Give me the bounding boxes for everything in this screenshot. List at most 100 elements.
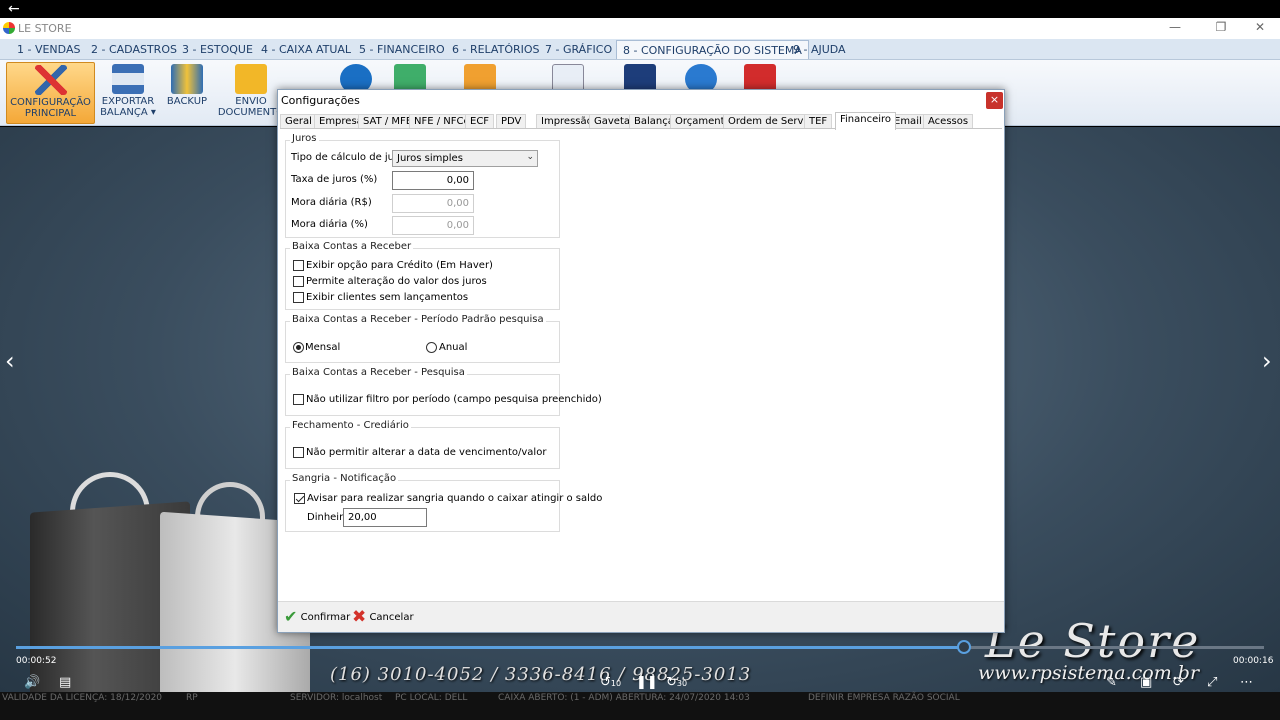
backup-button[interactable]: BACKUP bbox=[164, 62, 210, 124]
vencimento-checkbox[interactable] bbox=[293, 447, 304, 458]
envio-documento-button[interactable]: ENVIO DOCUMENTO bbox=[216, 62, 286, 124]
juros-group: Juros Tipo de cálculo de juros Juros sim… bbox=[285, 133, 560, 238]
tab-pdv[interactable]: PDV bbox=[496, 114, 527, 129]
brand-name: Le Store bbox=[985, 614, 1201, 668]
vencimento-label: Não permitir alterar a data de venciment… bbox=[306, 447, 547, 458]
cancelar-button[interactable]: ✖ Cancelar bbox=[352, 608, 414, 628]
back-arrow-icon[interactable]: ← bbox=[8, 1, 20, 17]
ribbon-label: BACKUP bbox=[166, 96, 208, 107]
minimize-icon[interactable]: — bbox=[1160, 20, 1190, 34]
close-window-icon[interactable]: ✕ bbox=[1245, 20, 1275, 34]
more-options-icon[interactable]: ⋯ bbox=[1240, 675, 1253, 690]
fullscreen-icon[interactable]: ⤢ bbox=[1207, 675, 1217, 690]
tab-financeiro[interactable]: Financeiro bbox=[835, 112, 897, 130]
view-360-icon[interactable]: ⟳ bbox=[1173, 675, 1184, 690]
credito-checkbox[interactable] bbox=[293, 260, 304, 271]
taxa-juros-input[interactable]: 0,00 bbox=[392, 171, 474, 190]
forward-seconds: 30 bbox=[676, 679, 688, 688]
volume-icon[interactable]: 🔊 bbox=[24, 675, 40, 690]
menu-relatorios[interactable]: 6 - RELATÓRIOS bbox=[446, 42, 546, 57]
miniplayer-icon[interactable]: ▣ bbox=[1140, 675, 1152, 690]
brand-phones: (16) 3010-4052 / 3336-8416 / 98825-3013 bbox=[330, 664, 752, 685]
mora-pct-input: 0,00 bbox=[392, 216, 474, 235]
configuracao-principal-button[interactable]: CONFIGURAÇÃO PRINCIPAL bbox=[6, 62, 95, 124]
ribbon-label: ENVIO bbox=[235, 96, 267, 107]
dialog-title: Configurações bbox=[281, 94, 360, 107]
ribbon-label: DOCUMENTO bbox=[217, 107, 285, 118]
mora-rs-label: Mora diária (R$) bbox=[291, 197, 372, 208]
menu-configuracao[interactable]: 8 - CONFIGURAÇÃO DO SISTEMA bbox=[616, 40, 809, 59]
brand-site: www.rpsistema.com.br bbox=[978, 662, 1200, 684]
mensal-label: Mensal bbox=[305, 342, 341, 353]
crediario-group: Fechamento - Crediário Não permitir alte… bbox=[285, 420, 560, 469]
credito-label: Exibir opção para Crédito (Em Haver) bbox=[306, 260, 493, 271]
settings-tabs: Geral Empresa SAT / MFE NFE / NFCe ECF P… bbox=[280, 112, 1002, 130]
status-servidor: SERVIDOR: localhost bbox=[290, 693, 383, 703]
tools-icon bbox=[34, 65, 67, 95]
ribbon-label: PRINCIPAL bbox=[24, 108, 77, 119]
video-progress-knob[interactable] bbox=[957, 640, 972, 654]
clientes-sem-lancamentos-label: Exibir clientes sem lançamentos bbox=[306, 292, 469, 303]
configuracoes-dialog: Configurações × Geral Empresa SAT / MFE … bbox=[277, 89, 1005, 633]
menu-vendas[interactable]: 1 - VENDAS bbox=[11, 42, 86, 57]
anual-radio[interactable] bbox=[426, 342, 437, 353]
chevron-down-icon: ⌄ bbox=[526, 152, 534, 162]
status-bar: VALIDADE DA LICENÇA: 18/12/2020 RP SERVI… bbox=[0, 692, 1280, 720]
anual-label: Anual bbox=[439, 342, 468, 353]
periodo-group: Baixa Contas a Receber - Período Padrão … bbox=[285, 314, 560, 363]
exportar-balanca-button[interactable]: EXPORTAR BALANÇA ▾ bbox=[100, 62, 156, 124]
confirmar-button[interactable]: ✔ Confirmar bbox=[284, 608, 350, 628]
cancel-x-icon: ✖ bbox=[352, 607, 367, 627]
menu-ajuda[interactable]: 9 - AJUDA bbox=[787, 42, 852, 57]
menu-grafico[interactable]: 7 - GRÁFICO bbox=[539, 42, 618, 57]
tab-ecf[interactable]: ECF bbox=[465, 114, 495, 129]
rewind-seconds: 10 bbox=[610, 679, 622, 688]
video-progress-bar[interactable] bbox=[16, 640, 1264, 654]
rewind-icon[interactable]: ↺10 bbox=[600, 675, 621, 690]
restore-icon[interactable]: ❐ bbox=[1206, 20, 1236, 34]
sangria-checkbox[interactable] bbox=[294, 493, 305, 504]
main-menu: 1 - VENDAS 2 - CADASTROS 3 - ESTOQUE 4 -… bbox=[0, 39, 1280, 60]
video-elapsed-time: 00:00:52 bbox=[16, 656, 57, 666]
dinheiro-input[interactable]: 20,00 bbox=[343, 508, 427, 527]
sangria-label: Avisar para realizar sangria quando o ca… bbox=[307, 493, 603, 504]
captions-icon[interactable]: ▤ bbox=[59, 675, 71, 690]
status-caixa: CAIXA ABERTO: (1 - ADM) ABERTURA: 24/07/… bbox=[498, 693, 750, 703]
menu-estoque[interactable]: 3 - ESTOQUE bbox=[176, 42, 259, 57]
cancelar-label: Cancelar bbox=[369, 612, 414, 623]
check-icon: ✔ bbox=[284, 607, 298, 626]
envelope-icon bbox=[235, 64, 267, 94]
mensal-radio[interactable] bbox=[293, 342, 304, 353]
filtro-periodo-checkbox[interactable] bbox=[293, 394, 304, 405]
tab-tef[interactable]: TEF bbox=[804, 114, 833, 129]
menu-financeiro[interactable]: 5 - FINANCEIRO bbox=[353, 42, 451, 57]
sangria-group: Sangria - Notificação Avisar para realiz… bbox=[285, 473, 602, 532]
tipo-juros-select[interactable]: Juros simples ⌄ bbox=[392, 150, 538, 167]
tab-acessos[interactable]: Acessos bbox=[923, 114, 974, 129]
pesquisa-group: Baixa Contas a Receber - Pesquisa Não ut… bbox=[285, 367, 602, 416]
pen-icon[interactable]: ✎ bbox=[1106, 675, 1117, 690]
status-empresa: DEFINIR EMPRESA RAZÃO SOCIAL bbox=[808, 693, 960, 703]
group-title: Baixa Contas a Receber bbox=[290, 241, 414, 252]
previous-arrow-icon[interactable]: ‹ bbox=[5, 347, 15, 375]
alteracao-juros-label: Permite alteração do valor dos juros bbox=[306, 276, 487, 287]
dialog-close-icon[interactable]: × bbox=[986, 92, 1003, 109]
menu-cadastros[interactable]: 2 - CADASTROS bbox=[85, 42, 183, 57]
ribbon-label: BALANÇA ▾ bbox=[100, 107, 156, 118]
filtro-periodo-label: Não utilizar filtro por período (campo p… bbox=[306, 394, 602, 405]
menu-caixa-atual[interactable]: 4 - CAIXA ATUAL bbox=[255, 42, 357, 57]
video-remaining-time: 00:00:16 bbox=[1233, 656, 1274, 666]
confirmar-label: Confirmar bbox=[300, 612, 351, 623]
pause-icon[interactable]: ❚❚ bbox=[636, 675, 658, 690]
group-title: Baixa Contas a Receber - Pesquisa bbox=[290, 367, 467, 378]
financeiro-pane: Juros Tipo de cálculo de juros Juros sim… bbox=[281, 129, 1001, 601]
next-arrow-icon[interactable]: › bbox=[1262, 347, 1272, 375]
mora-pct-label: Mora diária (%) bbox=[291, 219, 368, 230]
tab-geral[interactable]: Geral bbox=[280, 114, 317, 129]
forward-icon[interactable]: ↻30 bbox=[666, 675, 687, 690]
clientes-sem-lancamentos-checkbox[interactable] bbox=[293, 292, 304, 303]
alteracao-juros-checkbox[interactable] bbox=[293, 276, 304, 287]
backup-archive-icon bbox=[171, 64, 203, 94]
scale-icon bbox=[112, 64, 144, 94]
dialog-footer: ✔ Confirmar ✖ Cancelar bbox=[278, 601, 1004, 632]
